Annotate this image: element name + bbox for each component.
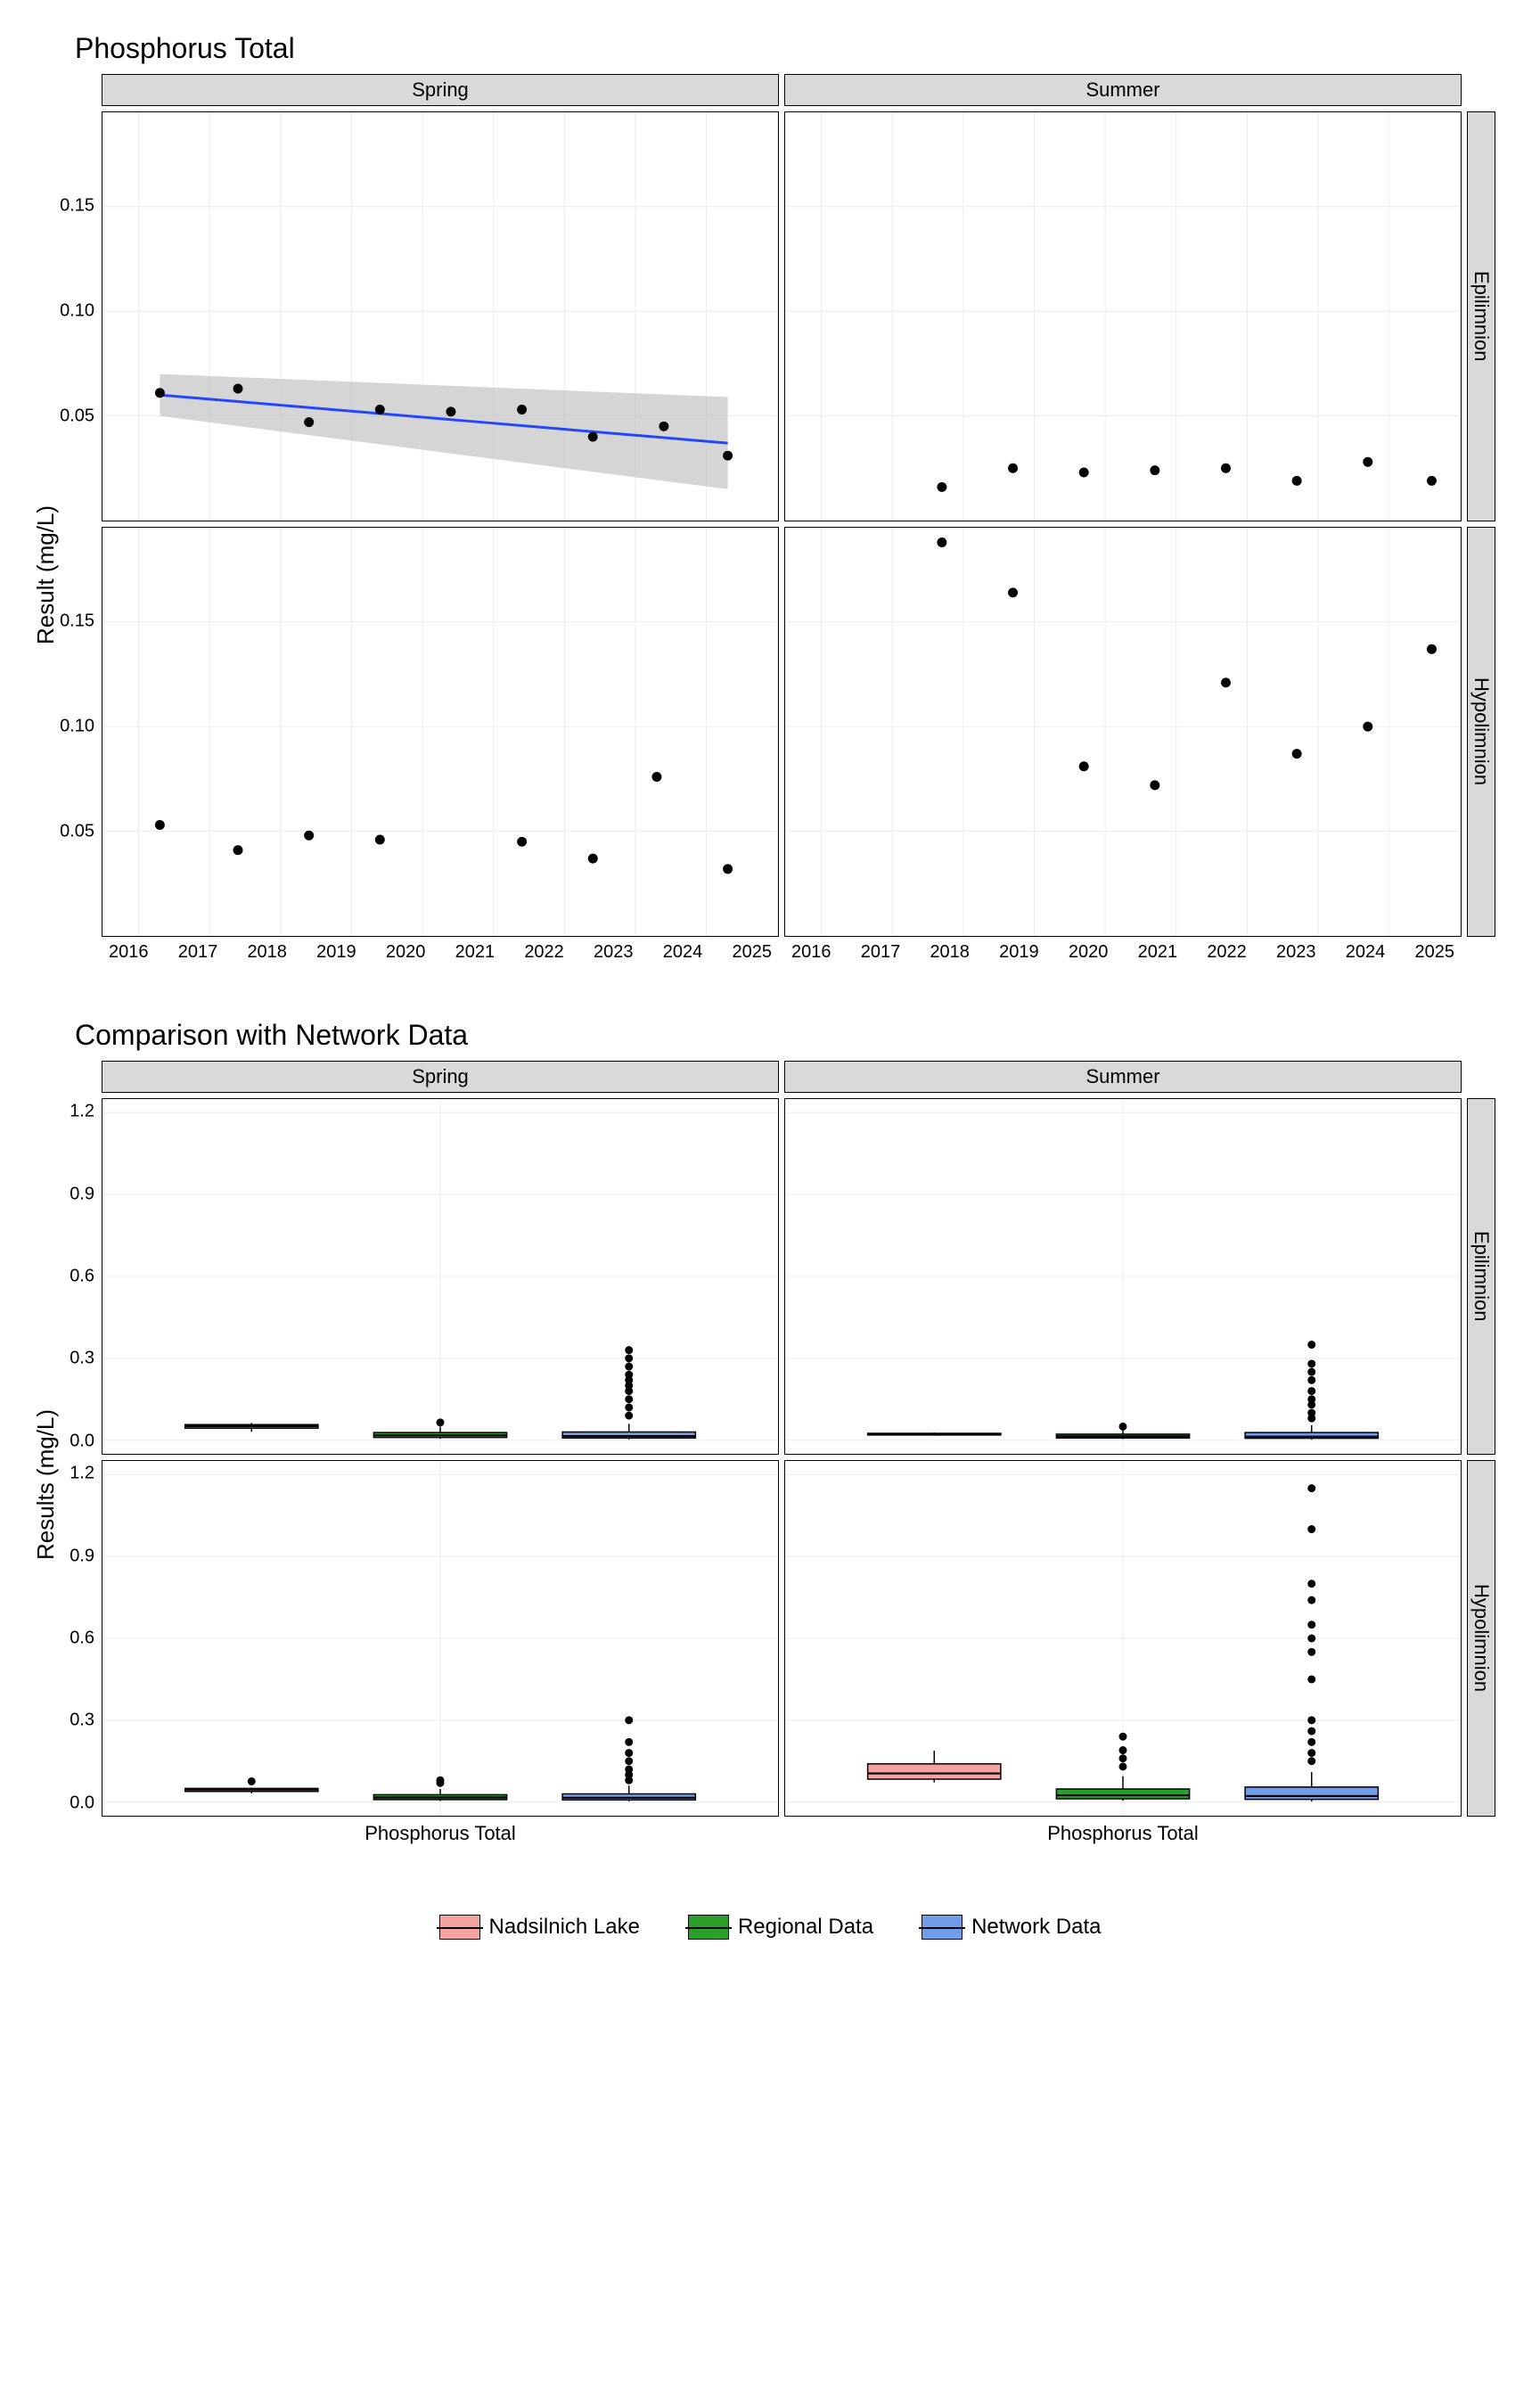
legend-key-icon xyxy=(439,1915,480,1940)
y-ticks-box-top: 0.00.30.60.91.2 xyxy=(57,1098,94,1455)
legend: Nadsilnich Lake Regional Data Network Da… xyxy=(36,1915,1504,1940)
box-panel-summer-epi xyxy=(784,1098,1462,1455)
chart1-title: Phosphorus Total xyxy=(75,32,1504,65)
legend-label: Network Data xyxy=(971,1915,1101,1940)
legend-item-regional: Regional Data xyxy=(688,1915,873,1940)
row-head-hypo-2: Hypolimnion xyxy=(1467,1460,1495,1817)
y-ticks-scatter-top: 0.050.100.15 xyxy=(52,111,94,521)
box-panel-spring-epi xyxy=(102,1098,779,1455)
box-panel-summer-hypo xyxy=(784,1460,1462,1817)
box-facet-grid: Spring Summer Epilimnion Hypolimnion Pho… xyxy=(102,1061,1504,1852)
legend-label: Nadsilnich Lake xyxy=(489,1915,640,1940)
scatter-panel-spring-epi xyxy=(102,111,779,521)
col-head-summer: Summer xyxy=(784,74,1462,106)
x-ticks-scatter-right: 2016201720182019202020212022202320242025 xyxy=(784,942,1462,974)
legend-item-nadsilnich: Nadsilnich Lake xyxy=(439,1915,640,1940)
x-label-left: Phosphorus Total xyxy=(102,1822,779,1852)
legend-key-icon xyxy=(688,1915,729,1940)
scatter-panel-spring-hypo xyxy=(102,527,779,937)
x-ticks-scatter-left: 2016201720182019202020212022202320242025 xyxy=(102,942,779,974)
row-head-hypo: Hypolimnion xyxy=(1467,527,1495,937)
scatter-panel-summer-epi xyxy=(784,111,1462,521)
col-head-summer-2: Summer xyxy=(784,1061,1462,1093)
y-ticks-box-bottom: 0.00.30.60.91.2 xyxy=(57,1460,94,1817)
legend-item-network: Network Data xyxy=(922,1915,1101,1940)
col-head-spring-2: Spring xyxy=(102,1061,779,1093)
row-head-epi-2: Epilimnion xyxy=(1467,1098,1495,1455)
col-head-spring: Spring xyxy=(102,74,779,106)
scatter-panel-summer-hypo xyxy=(784,527,1462,937)
legend-key-icon xyxy=(922,1915,962,1940)
scatter-facet-grid: Spring Summer Epilimnion Hypolimnion 201… xyxy=(102,74,1504,974)
y-axis-label-2: Results (mg/L) xyxy=(32,1409,60,1560)
y-ticks-scatter-bottom: 0.050.100.15 xyxy=(52,527,94,937)
x-label-right: Phosphorus Total xyxy=(784,1822,1462,1852)
chart2-title: Comparison with Network Data xyxy=(75,1019,1504,1052)
legend-label: Regional Data xyxy=(738,1915,873,1940)
box-panel-spring-hypo xyxy=(102,1460,779,1817)
row-head-epi: Epilimnion xyxy=(1467,111,1495,521)
